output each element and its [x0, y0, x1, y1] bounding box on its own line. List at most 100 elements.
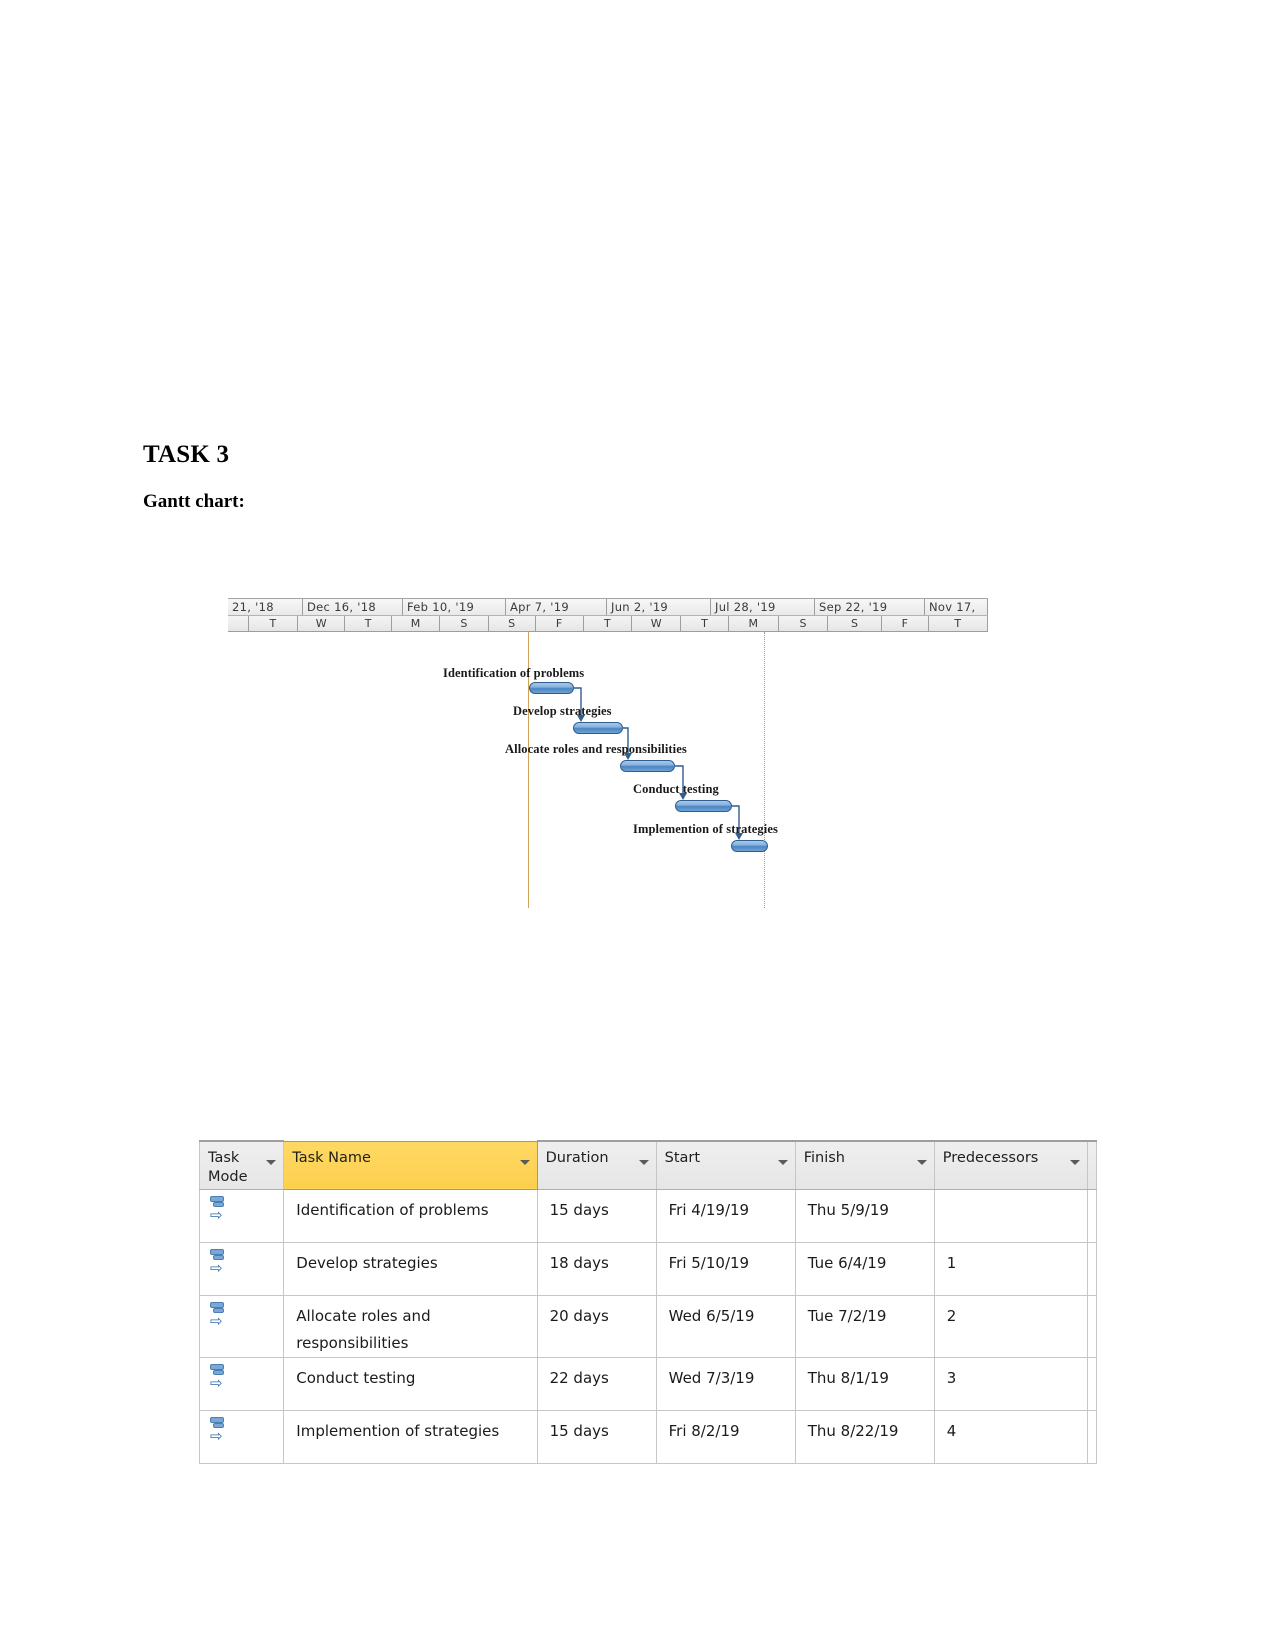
cell-duration-text: 15 days: [549, 1200, 609, 1219]
cell-task-name[interactable]: Implemention of strategies: [283, 1409, 538, 1464]
timeline-minor-cell: S: [779, 616, 829, 631]
column-header-mode[interactable]: Task Mode: [198, 1140, 285, 1190]
timeline-minor-cell: [228, 616, 249, 631]
cell-task-name-text: Conduct testing: [296, 1368, 416, 1387]
gantt-chart: 21, '18 Dec 16, '18 Feb 10, '19 Apr 7, '19 J…: [228, 598, 988, 908]
cell-start[interactable]: Fri 8/2/19: [655, 1409, 796, 1464]
arrow-right-icon: ⇨: [210, 1426, 223, 1445]
cell-duration[interactable]: 22 days: [536, 1356, 657, 1411]
chevron-down-icon[interactable]: [519, 1159, 530, 1165]
cell-predecessors[interactable]: 1: [933, 1241, 1089, 1296]
cell-task-mode[interactable]: ⇨: [198, 1188, 285, 1243]
cell-start[interactable]: Wed 6/5/19: [655, 1294, 796, 1358]
column-header-extra[interactable]: [1087, 1140, 1097, 1190]
cell-start[interactable]: Fri 4/19/19: [655, 1188, 796, 1243]
cell-finish-text: Thu 5/9/19: [807, 1200, 889, 1219]
gantt-task-label: Conduct testing: [633, 782, 719, 796]
timeline-minor-row: TWTMSSFTWTMSSFT: [228, 616, 988, 631]
cell-predecessors[interactable]: 2: [933, 1294, 1089, 1358]
cell-finish-text: Thu 8/1/19: [807, 1368, 889, 1387]
auto-schedule-icon[interactable]: ⇨: [208, 1416, 230, 1445]
cell-predecessors[interactable]: 3: [933, 1356, 1089, 1411]
chevron-down-icon[interactable]: [266, 1160, 277, 1165]
table-row[interactable]: ⇨ Identification of problems 15 days Fri 4/…: [198, 1188, 1097, 1243]
auto-schedule-icon[interactable]: ⇨: [208, 1195, 230, 1222]
cell-overflow: [1087, 1241, 1097, 1296]
cell-predecessors[interactable]: 4: [933, 1409, 1089, 1464]
chevron-down-icon[interactable]: [777, 1160, 788, 1165]
gantt-task-bar[interactable]: [529, 682, 574, 694]
cell-start-text: Fri 8/2/19: [668, 1421, 740, 1440]
gantt-task-bar[interactable]: [573, 722, 623, 734]
page-title: TASK 3: [143, 441, 230, 468]
cell-task-name[interactable]: Develop strategies: [283, 1241, 538, 1296]
gantt-task-bar[interactable]: [731, 840, 768, 852]
table-row[interactable]: ⇨ Conduct testing 22 days Wed 7/3/19 Thu 8/1…: [198, 1356, 1097, 1411]
column-header-label: Predecessors: [942, 1150, 1039, 1166]
schedule-bar-top-icon: [210, 1248, 224, 1255]
gantt-task-bar[interactable]: [675, 800, 732, 812]
timeline-minor-cell: S: [828, 616, 882, 631]
gantt-plot-area: Identification of problems Develop strate…: [228, 632, 988, 908]
auto-schedule-icon[interactable]: ⇨: [208, 1301, 230, 1328]
cell-duration[interactable]: 18 days: [536, 1241, 657, 1296]
table-row[interactable]: ⇨ Allocate roles and responsibilities 20 d…: [198, 1294, 1097, 1358]
cell-finish-text: Thu 8/22/19: [807, 1421, 899, 1440]
cell-finish[interactable]: Thu 8/1/19: [794, 1356, 935, 1411]
chevron-down-icon[interactable]: [638, 1160, 649, 1165]
column-header-finish[interactable]: Finish: [794, 1140, 935, 1190]
cell-start[interactable]: Fri 5/10/19: [655, 1241, 796, 1296]
chevron-down-icon[interactable]: [1070, 1160, 1081, 1165]
column-header-label: Duration: [545, 1150, 609, 1166]
timeline-minor-cell: T: [929, 616, 988, 631]
gantt-task-bar[interactable]: [620, 760, 675, 772]
cell-finish[interactable]: Thu 5/9/19: [794, 1188, 935, 1243]
auto-schedule-icon[interactable]: ⇨: [208, 1248, 230, 1275]
timeline-minor-cell: W: [298, 616, 346, 631]
column-header-pred[interactable]: Predecessors: [933, 1140, 1089, 1190]
cell-task-mode[interactable]: ⇨: [198, 1294, 285, 1358]
cell-finish[interactable]: Tue 7/2/19: [794, 1294, 935, 1358]
table-row[interactable]: ⇨ Implemention of strategies 15 days Fri 8/…: [198, 1409, 1097, 1464]
column-header-duration[interactable]: Duration: [536, 1140, 657, 1190]
timeline-minor-cell: M: [729, 616, 779, 631]
cell-start-text: Fri 5/10/19: [668, 1253, 750, 1272]
column-header-name[interactable]: Task Name: [283, 1140, 538, 1190]
cell-duration-text: 15 days: [549, 1421, 609, 1440]
cell-overflow: [1087, 1409, 1097, 1464]
cell-finish[interactable]: Tue 6/4/19: [794, 1241, 935, 1296]
timeline-major-cell: 21, '18: [228, 599, 303, 615]
cell-start-text: Wed 7/3/19: [668, 1368, 755, 1387]
cell-start[interactable]: Wed 7/3/19: [655, 1356, 796, 1411]
cell-task-mode[interactable]: ⇨: [198, 1241, 285, 1296]
timeline-major-row: 21, '18 Dec 16, '18 Feb 10, '19 Apr 7, '19 J…: [228, 599, 988, 616]
table-header-row: Task Mode Task Name Duration Start Finish Pre…: [198, 1140, 1097, 1190]
table-row[interactable]: ⇨ Develop strategies 18 days Fri 5/10/19 Tue…: [198, 1241, 1097, 1296]
gantt-task-label: Allocate roles and responsibilities: [505, 742, 687, 756]
cell-duration[interactable]: 20 days: [536, 1294, 657, 1358]
cell-overflow: [1087, 1294, 1097, 1358]
timeline-major-cell: Dec 16, '18: [303, 599, 403, 615]
cell-task-mode[interactable]: ⇨: [198, 1356, 285, 1411]
cell-predecessors-text: 3: [946, 1368, 957, 1387]
cell-task-name-text: Develop strategies: [296, 1253, 438, 1272]
status-date-line: [764, 632, 765, 908]
cell-duration-text: 22 days: [549, 1368, 609, 1387]
cell-predecessors[interactable]: [933, 1188, 1089, 1243]
cell-duration[interactable]: 15 days: [536, 1409, 657, 1464]
cell-start-text: Fri 4/19/19: [668, 1200, 750, 1219]
cell-task-name[interactable]: Identification of problems: [283, 1188, 538, 1243]
schedule-bar-top-icon: [210, 1301, 224, 1308]
chevron-down-icon[interactable]: [916, 1160, 927, 1165]
auto-schedule-icon[interactable]: ⇨: [208, 1363, 230, 1390]
timeline-minor-cell: M: [392, 616, 441, 631]
cell-task-name[interactable]: Conduct testing: [283, 1356, 538, 1411]
cell-finish[interactable]: Thu 8/22/19: [794, 1409, 935, 1464]
timeline-minor-cell: F: [882, 616, 929, 631]
timeline-major-cell: Jul 28, '19: [711, 599, 815, 615]
column-header-start[interactable]: Start: [655, 1140, 796, 1190]
gantt-task-label: Identification of problems: [443, 666, 585, 680]
cell-task-mode[interactable]: ⇨: [198, 1409, 285, 1464]
cell-task-name[interactable]: Allocate roles and responsibilities: [283, 1294, 538, 1358]
cell-duration[interactable]: 15 days: [536, 1188, 657, 1243]
